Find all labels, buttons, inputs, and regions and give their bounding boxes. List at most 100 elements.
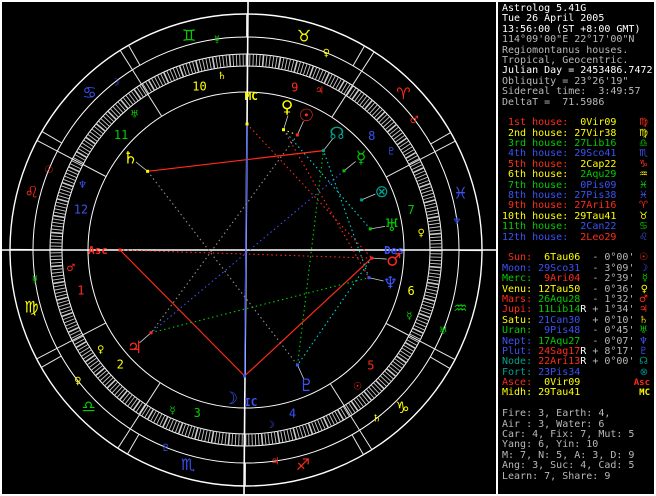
degree-tick xyxy=(81,142,93,150)
degree-tick xyxy=(128,92,137,104)
sign-ruler-icon: ♄ xyxy=(372,414,381,425)
degree-tick xyxy=(429,239,442,242)
sign-glyph-libra: ♎ xyxy=(81,397,95,416)
sun-dot xyxy=(295,133,299,137)
degree-tick xyxy=(299,62,305,75)
astrolog-window: ♈ ♂ ♉ ♀ ♊ ☿ ♋ ☽ ♌ ☉ ♍ ☿ ♎ ♀ ♏ ♇ ♐ ♃ ♑ ♄ ♒ ♅ ♓ ♆ 1 ♂ 2 ♀ 3 ☿ 4 ☽ 5 ☉ 6 ☿ 7 ♀ 8 ♇… xyxy=(0,0,656,496)
degree-tick xyxy=(208,57,212,70)
house-ruler-icon: ♃ xyxy=(315,86,324,97)
sign-icon: ♍ xyxy=(639,117,648,129)
degree-tick xyxy=(366,388,375,399)
degree-tick xyxy=(265,55,268,68)
degree-tick xyxy=(274,56,278,69)
uranus-dot xyxy=(368,227,372,231)
degree-tick xyxy=(290,59,295,72)
degree-tick xyxy=(369,104,378,114)
degree-tick xyxy=(194,60,200,73)
degree-tick xyxy=(366,102,376,112)
aspect-trine-jupiter-neptune xyxy=(150,277,370,334)
moon-dot xyxy=(243,374,247,378)
degree-tick xyxy=(50,261,63,264)
degree-tick xyxy=(184,424,190,437)
moon-glyph: ☽ xyxy=(223,389,238,409)
house-number-10: 10 xyxy=(192,80,206,94)
degree-tick xyxy=(302,63,308,76)
pointer-line xyxy=(369,277,384,282)
degree-tick xyxy=(427,278,440,282)
degree-tick xyxy=(102,115,113,125)
degree-tick xyxy=(117,101,126,112)
jupiter-dot xyxy=(149,331,153,335)
degree-tick xyxy=(429,236,442,239)
degree-tick xyxy=(217,432,221,445)
degree-tick xyxy=(396,137,408,146)
degree-tick xyxy=(101,374,112,384)
degree-tick xyxy=(107,110,117,121)
degree-tick xyxy=(54,290,67,295)
degree-tick xyxy=(222,55,225,68)
degree-tick xyxy=(428,275,441,279)
degree-tick xyxy=(109,381,119,391)
degree-tick xyxy=(54,287,67,291)
degree-tick xyxy=(255,54,258,67)
sign-boundary xyxy=(41,131,63,144)
degree-tick xyxy=(267,432,270,445)
degree-tick xyxy=(91,128,102,137)
mercury-glyph: ☿ xyxy=(356,148,366,168)
fortune-dot xyxy=(360,198,364,202)
house-number-4: 4 xyxy=(289,407,296,421)
sign-glyph-leo: ♌ xyxy=(25,183,39,202)
sign-ruler-icon: ♂ xyxy=(410,115,419,126)
wheel-canvas: ♈♂♉♀♊ ☿♋☽♌☉♍☿♎♀♏♇♐♃♑♄♒♅♓♆1♂2♀3☿ 4☽5☉6☿7♀8♇… xyxy=(0,0,498,496)
degree-tick xyxy=(254,433,257,446)
degree-tick xyxy=(51,225,64,228)
degree-tick xyxy=(114,103,124,114)
degree-tick xyxy=(273,431,277,444)
degree-tick xyxy=(289,428,294,441)
degree-tick xyxy=(235,54,238,67)
degree-tick xyxy=(112,105,122,116)
degree-tick xyxy=(207,430,211,443)
degree-tick xyxy=(59,305,71,311)
sign-glyph-aquarius: ♒ xyxy=(453,299,467,318)
degree-tick xyxy=(260,433,264,446)
degree-tick xyxy=(57,299,70,304)
degree-tick xyxy=(428,272,441,275)
degree-tick xyxy=(371,106,381,117)
aspect-square-moon-mars xyxy=(244,257,373,377)
degree-tick xyxy=(124,394,133,405)
degree-tick xyxy=(52,280,65,285)
house-number-2: 2 xyxy=(117,358,124,372)
sign-glyph-cancer: ♋ xyxy=(82,83,96,102)
degree-tick xyxy=(390,363,401,372)
degree-tick xyxy=(350,400,359,412)
degree-tick xyxy=(422,196,435,201)
degree-tick xyxy=(375,379,385,390)
sign-glyph-capricorn: ♑ xyxy=(395,398,409,417)
degree-tick xyxy=(177,422,184,435)
degree-tick xyxy=(52,214,66,219)
degree-tick xyxy=(426,281,440,286)
degree-tick xyxy=(384,370,394,380)
degree-tick xyxy=(106,379,117,389)
neptune-dot xyxy=(367,276,371,280)
degree-tick xyxy=(197,428,202,441)
house-number-7: 7 xyxy=(408,203,415,217)
pointer-line xyxy=(371,225,386,230)
degree-tick xyxy=(426,212,439,216)
degree-tick xyxy=(214,431,218,444)
degree-tick xyxy=(386,123,397,133)
aspect-sextile-venus-uranus xyxy=(283,129,371,230)
pointer-line xyxy=(344,161,356,171)
degree-tick xyxy=(426,285,439,289)
degree-tick xyxy=(359,95,368,106)
degree-tick xyxy=(286,429,291,442)
degree-tick xyxy=(386,368,397,377)
degree-tick xyxy=(423,297,436,302)
venus-glyph: ♀ xyxy=(281,98,293,118)
degree-tick xyxy=(100,118,110,127)
degree-tick xyxy=(346,85,354,97)
pluto-dot xyxy=(296,363,300,367)
degree-tick xyxy=(295,426,300,439)
degree-tick xyxy=(205,58,209,71)
